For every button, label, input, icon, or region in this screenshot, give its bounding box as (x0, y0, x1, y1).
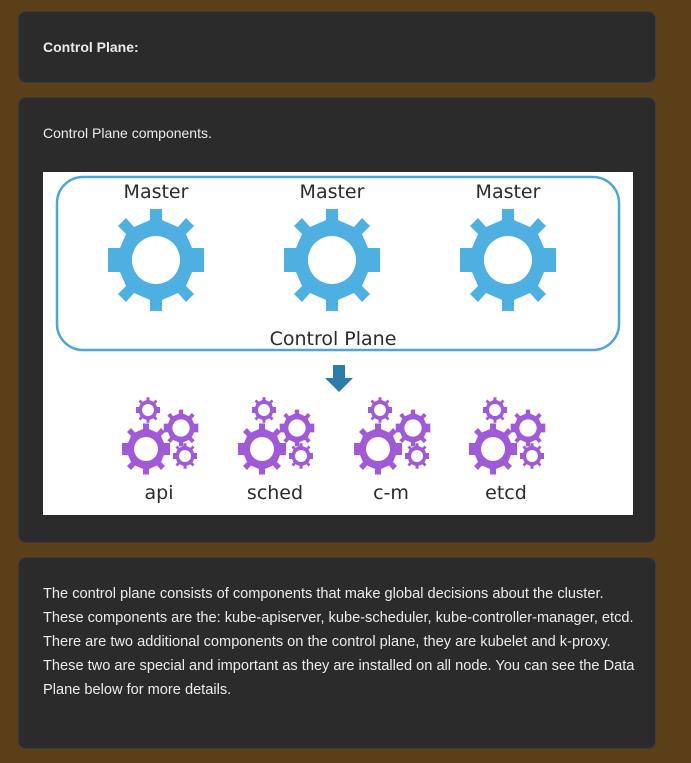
component-etcd: etcd (469, 397, 546, 504)
title-card: Control Plane: (18, 11, 656, 83)
master-node-2: Master (284, 181, 380, 311)
arrow-down-icon (325, 365, 353, 392)
gears-icon (238, 397, 315, 475)
component-label-sched: sched (247, 482, 303, 504)
master-node-3: Master (460, 181, 556, 311)
gears-icon (469, 397, 546, 475)
gear-icon (460, 209, 556, 311)
diagram-caption: Control Plane components. (43, 125, 212, 141)
master-label-3: Master (476, 181, 541, 203)
component-label-c-m: c-m (373, 482, 409, 504)
gear-icon (108, 209, 204, 311)
master-node-1: Master (108, 181, 204, 311)
control-plane-diagram: Master Master Master Control Plane api s… (43, 172, 633, 515)
master-label-1: Master (124, 181, 189, 203)
master-label-2: Master (300, 181, 365, 203)
section-title: Control Plane: (43, 39, 139, 55)
component-sched: sched (238, 397, 315, 504)
control-plane-label: Control Plane (270, 328, 397, 350)
component-label-etcd: etcd (485, 482, 527, 504)
component-label-api: api (145, 482, 174, 504)
diagram-card: Control Plane components. Master Master … (18, 97, 656, 543)
gear-icon (284, 209, 380, 311)
gears-icon (354, 397, 431, 475)
description-text: The control plane consists of components… (43, 586, 635, 698)
component-c-m: c-m (354, 397, 431, 504)
description-card: The control plane consists of components… (18, 557, 656, 749)
component-api: api (122, 397, 199, 504)
gears-icon (122, 397, 199, 475)
